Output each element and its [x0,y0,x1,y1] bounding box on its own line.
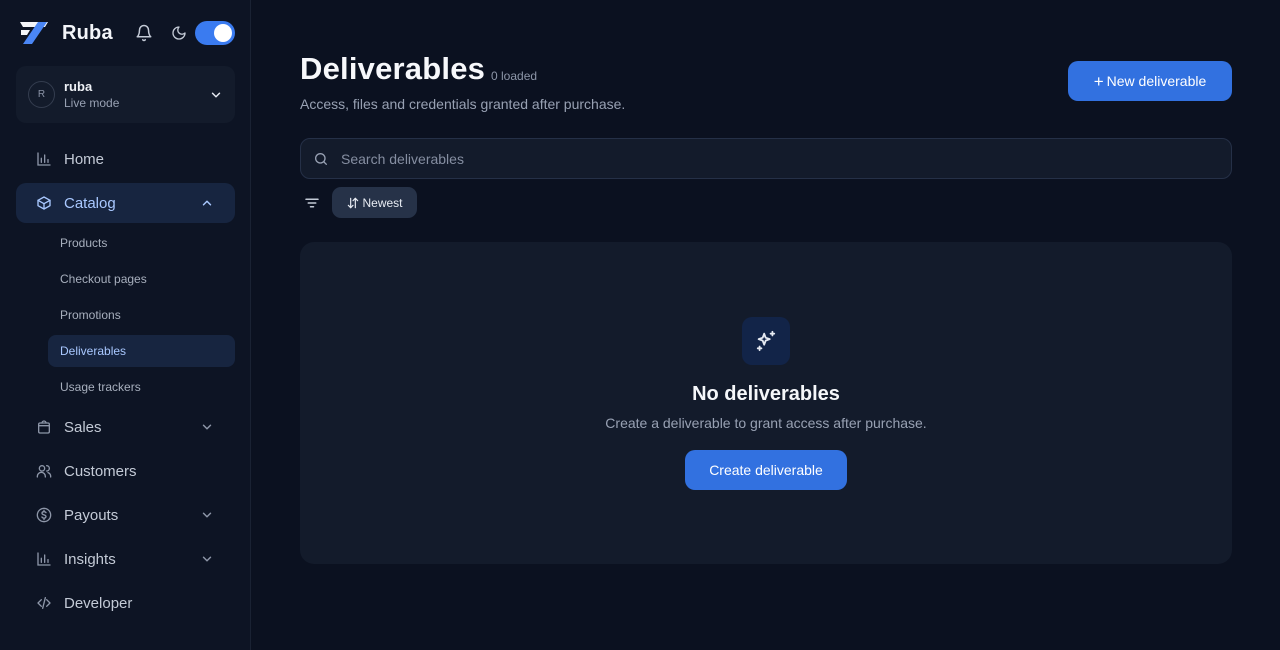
users-icon [36,465,52,478]
sidebar-item-developer[interactable]: Developer [16,583,235,623]
sort-arrows-icon [348,197,359,208]
page-title: Deliverables [300,51,486,86]
moon-icon [172,26,186,40]
search-icon [315,153,327,165]
bar-chart-icon [37,552,51,566]
sidebar-item-label: Payouts [64,507,119,524]
chevron-up-icon [202,200,212,206]
code-icon [37,597,51,609]
search-bar [300,138,1232,179]
empty-state-title: No deliverables [692,383,840,405]
sidebar-item-home[interactable]: Home [16,139,235,179]
toggle-knob [214,24,232,42]
avatar: R [28,81,55,108]
subitem-label: Deliverables [60,344,127,358]
account-mode: Live mode [64,96,120,110]
new-deliverable-button[interactable]: + New deliverable [1068,61,1232,101]
sidebar-item-label: Home [64,151,105,168]
brand[interactable]: Ruba [20,20,113,46]
bell-icon[interactable] [135,24,153,42]
sidebar-subitem-promotions[interactable]: Promotions [48,299,235,331]
sidebar-item-label: Sales [64,419,102,436]
sidebar-item-customers[interactable]: Customers [16,451,235,491]
chevron-down-icon [211,92,221,98]
app-name: Ruba [62,21,113,44]
sidebar-item-catalog[interactable]: Catalog [16,183,235,223]
chevron-down-icon [202,512,212,518]
sidebar-item-label: Catalog [64,195,116,212]
dollar-circle-icon [36,507,52,523]
search-input[interactable] [341,139,1221,178]
sort-button[interactable]: Newest [332,187,417,218]
subitem-label: Usage trackers [60,380,141,394]
sort-label: Newest [362,195,403,210]
page-subtitle: Access, files and credentials granted af… [300,96,626,112]
account-switcher[interactable]: R ruba Live mode [16,66,235,123]
subitem-label: Checkout pages [60,272,147,286]
subitem-label: Promotions [60,308,121,322]
empty-state-icon-tile [742,317,790,365]
sidebar-item-payouts[interactable]: Payouts [16,495,235,535]
sidebar-subitem-products[interactable]: Products [48,227,235,259]
sidebar-item-label: Insights [64,551,116,568]
chevron-down-icon [202,556,212,562]
sidebar-item-sales[interactable]: Sales [16,407,235,447]
create-deliverable-button[interactable]: Create deliverable [685,450,847,490]
sidebar-item-label: Customers [64,463,137,480]
sidebar-subitem-deliverables[interactable]: Deliverables [48,335,235,367]
chevron-down-icon [202,424,212,430]
shopping-bag-icon [38,420,50,434]
logo-icon [20,22,48,44]
bar-chart-icon [37,152,51,166]
dark-mode-toggle[interactable] [195,21,235,45]
loaded-count: 0 loaded [491,69,538,83]
sidebar-item-insights[interactable]: Insights [16,539,235,579]
empty-state-description: Create a deliverable to grant access aft… [605,415,927,431]
sidebar-item-label: Developer [64,595,133,612]
sidebar: Ruba R ruba Live mode Home Catalog Produ… [0,0,251,650]
sidebar-subitem-checkout-pages[interactable]: Checkout pages [48,263,235,295]
plus-icon: + [1093,71,1104,91]
subitem-label: Products [60,236,108,250]
new-deliverable-label: New deliverable [1106,73,1207,89]
account-name: ruba [64,79,93,94]
box-icon [37,196,51,210]
sparkles-icon [756,330,776,352]
sidebar-subitem-usage-trackers[interactable]: Usage trackers [48,371,235,403]
empty-state-card: No deliverables Create a deliverable to … [300,242,1232,564]
filter-icon[interactable] [303,194,321,212]
